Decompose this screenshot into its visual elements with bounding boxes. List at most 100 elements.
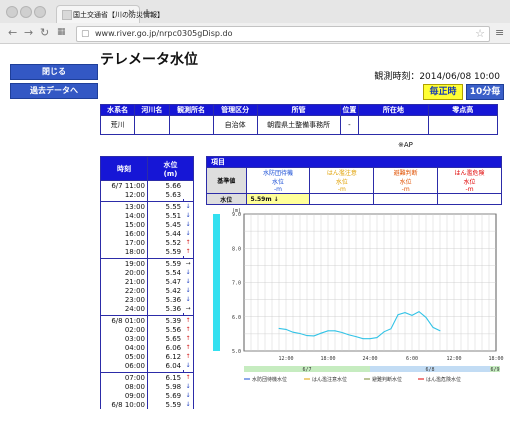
hourly-button[interactable]: 毎正時 xyxy=(423,84,463,100)
x-tick-label: 12:00 xyxy=(446,356,461,362)
apps-icon[interactable]: ▦ xyxy=(57,27,66,37)
ten-minute-button[interactable]: 10分毎 xyxy=(466,84,504,100)
trend-arrow-icon: ↑ xyxy=(183,247,195,256)
level-cell: 5.51 xyxy=(147,211,184,220)
trend-arrow-icon: ↓ xyxy=(183,295,195,304)
kijun-danger: はん濫危険 水位 -m xyxy=(437,167,502,194)
level-cell: 5.98 xyxy=(147,382,184,391)
trend-arrow-icon: ↓ xyxy=(183,268,195,277)
past-data-button[interactable]: 過去データへ xyxy=(10,83,98,99)
bookmark-star-icon[interactable]: ☆ xyxy=(475,27,485,40)
kijun-caution: はん濫注意 水位 -m xyxy=(309,167,375,194)
kijun-value: -m xyxy=(273,186,282,193)
trend-arrow-icon: ↑ xyxy=(183,352,195,361)
trend-arrow-icon: ↑ xyxy=(183,315,195,325)
level-cell: 5.56 xyxy=(147,325,184,334)
browser-window: 国土交通省【川の防災情報】 × + ← → ↻ ▦ ▢ www.river.go… xyxy=(0,0,510,438)
ap-note: ※AP xyxy=(398,141,413,149)
page-title: テレメータ水位 xyxy=(100,52,198,68)
table-row: 08:00 5.98 ↓ xyxy=(100,382,195,391)
data-point xyxy=(299,333,301,335)
new-tab-icon[interactable]: + xyxy=(142,6,152,20)
time-cell: 15:00 xyxy=(100,220,148,229)
data-point xyxy=(439,330,441,332)
trend-arrow-icon: ↑ xyxy=(183,334,195,343)
y-tick-label: 8.0 xyxy=(232,246,241,252)
table-row: 21:00 5.47 ↓ xyxy=(100,277,195,286)
back-icon[interactable]: ← xyxy=(8,26,17,39)
y-tick-label: 9.0 xyxy=(232,212,241,218)
data-point xyxy=(278,327,280,329)
level-cell: 5.54 xyxy=(147,268,184,277)
trend-arrow-icon: ↓ xyxy=(183,361,195,370)
x-tick-label: 18:00 xyxy=(320,356,335,362)
data-point xyxy=(369,338,371,340)
legend-label: 避難判断水位 xyxy=(372,376,402,383)
url-text: www.river.go.jp/nrpc0305gDisp.do xyxy=(95,29,233,38)
table-row: 6/8 01:00 5.39 ↑ xyxy=(100,315,195,325)
legend-label: はん濫危険水位 xyxy=(426,376,461,383)
table-row: 05:00 6.12 ↑ xyxy=(100,352,195,361)
level-label: 水位 xyxy=(206,193,247,205)
level-cell: 5.69 xyxy=(147,391,184,400)
table-row: 20:00 5.54 ↓ xyxy=(100,268,195,277)
trend-arrow-icon: → xyxy=(183,258,195,268)
time-cell: 16:00 xyxy=(100,229,148,238)
table-row: 07:00 6.15 ↑ xyxy=(100,372,195,382)
time-cell: 6/8 10:00 xyxy=(100,400,148,409)
data-point xyxy=(418,311,420,313)
level-cell: 6.15 xyxy=(147,372,184,382)
info-cell xyxy=(427,115,499,135)
level-cell: 6.06 xyxy=(147,343,184,352)
data-point xyxy=(334,330,336,332)
level-cell: 5.52 xyxy=(147,238,184,247)
data-point xyxy=(362,338,364,340)
time-cell: 08:00 xyxy=(100,382,148,391)
level-cell: 5.39 xyxy=(147,315,184,325)
level-cell: 5.59 xyxy=(147,258,184,268)
level-cell: 5.44 xyxy=(147,229,184,238)
x-tick-label: 24:00 xyxy=(362,356,377,362)
data-point xyxy=(292,331,294,333)
trend-arrow-icon: ↓ xyxy=(183,201,195,211)
empty-cell xyxy=(309,193,375,205)
level-cell: 5.45 xyxy=(147,220,184,229)
x-tick-label: 12:00 xyxy=(278,356,293,362)
time-cell: 06:00 xyxy=(100,361,148,370)
address-bar[interactable]: ▢ www.river.go.jp/nrpc0305gDisp.do ☆ xyxy=(76,26,490,42)
tab-close-icon[interactable]: × xyxy=(127,8,135,18)
table-row: 17:00 5.52 ↑ xyxy=(100,238,195,247)
zoom-window-icon[interactable] xyxy=(34,6,46,18)
minimize-window-icon[interactable] xyxy=(20,6,32,18)
trend-arrow-icon xyxy=(183,190,195,199)
table-row: 06:00 6.04 ↓ xyxy=(100,361,195,370)
time-header: 時刻 xyxy=(100,156,148,181)
level-cell: 5.65 xyxy=(147,334,184,343)
level-cell: 5.59 xyxy=(147,400,184,409)
time-cell: 21:00 xyxy=(100,277,148,286)
time-cell: 05:00 xyxy=(100,352,148,361)
table-row: 09:00 5.69 ↓ xyxy=(100,391,195,400)
info-header: 零点高 xyxy=(427,104,499,116)
close-window-icon[interactable] xyxy=(6,6,18,18)
trend-arrow-icon: ↑ xyxy=(183,343,195,352)
close-button[interactable]: 閉じる xyxy=(10,64,98,80)
time-cell: 12:00 xyxy=(100,190,148,199)
data-point xyxy=(306,335,308,337)
level-cell: 5.36 xyxy=(147,295,184,304)
menu-icon[interactable]: ≡ xyxy=(495,26,504,39)
time-cell: 22:00 xyxy=(100,286,148,295)
table-row: 19:00 5.59 → xyxy=(100,258,195,268)
y-tick-label: 5.0 xyxy=(232,349,241,355)
reload-icon[interactable]: ↻ xyxy=(40,26,49,39)
table-row: 02:00 5.56 ↑ xyxy=(100,325,195,334)
forward-icon[interactable]: → xyxy=(24,26,33,39)
time-cell: 24:00 xyxy=(100,304,148,313)
kijun-standby: 水防団待機 水位 -m xyxy=(245,167,311,194)
level-cell: 5.66 xyxy=(147,180,184,190)
current-level: 5.59m ↓ xyxy=(245,193,311,205)
data-point xyxy=(390,328,392,330)
browser-tab[interactable]: 国土交通省【川の防災情報】 × xyxy=(56,5,164,24)
time-cell: 14:00 xyxy=(100,211,148,220)
time-cell: 04:00 xyxy=(100,343,148,352)
